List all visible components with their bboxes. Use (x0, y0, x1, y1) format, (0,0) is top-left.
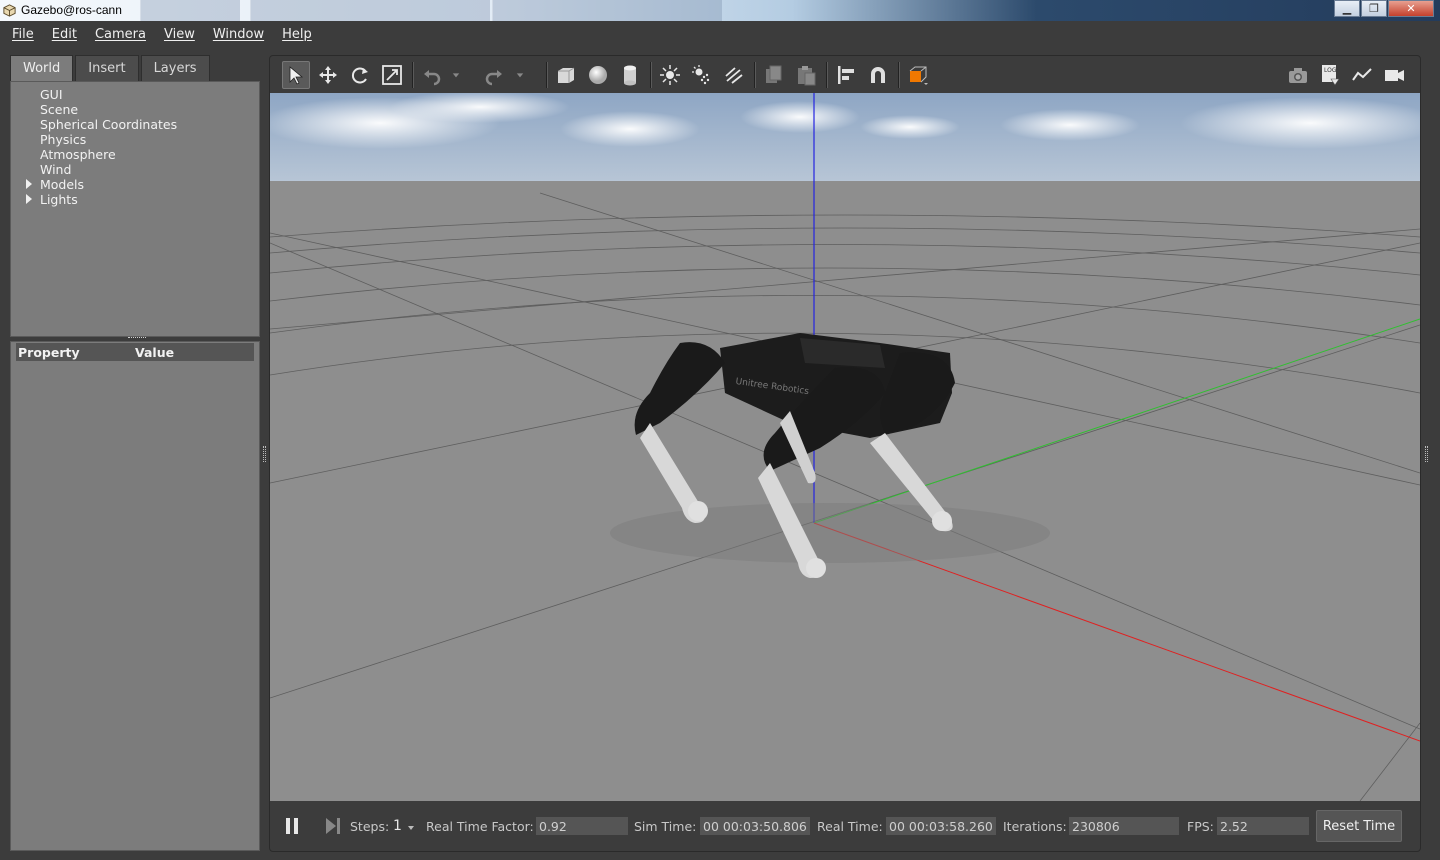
pause-icon[interactable] (284, 801, 300, 851)
step-icon[interactable] (324, 801, 342, 851)
snap-magnet-icon[interactable] (864, 61, 892, 89)
fps-label: FPS: (1187, 818, 1214, 834)
point-light-icon[interactable] (656, 61, 684, 89)
tree-item-spherical-coordinates[interactable]: Spherical Coordinates (40, 117, 177, 132)
right-splitter-handle[interactable] (1425, 446, 1428, 462)
svg-text:LOG: LOG (1324, 67, 1337, 74)
redo-icon[interactable] (480, 61, 508, 89)
menu-window[interactable]: Window (204, 27, 273, 42)
plot-icon[interactable] (1348, 61, 1376, 89)
tab-insert[interactable]: Insert (75, 55, 139, 81)
background-tab (250, 0, 490, 21)
cylinder-icon[interactable] (616, 61, 644, 89)
panel-splitter-handle[interactable] (128, 337, 146, 340)
menu-help[interactable]: Help (273, 27, 321, 42)
menu-file[interactable]: File (3, 27, 43, 42)
title-bar: Gazebo@ros-cann ▁ ❐ ✕ (0, 0, 1440, 21)
undo-dropdown-icon[interactable] (448, 61, 464, 89)
scene-render: Unitree Robotics (270, 93, 1420, 801)
fps-value: 2.52 (1217, 817, 1309, 835)
window-title: Gazebo@ros-cann (21, 3, 122, 17)
iterations-label: Iterations: (1003, 818, 1067, 834)
tree-item-gui[interactable]: GUI (40, 87, 63, 102)
steps-label: Steps: (350, 818, 390, 834)
translate-icon[interactable] (314, 61, 342, 89)
tree-item-physics[interactable]: Physics (40, 132, 86, 147)
rtf-value: 0.92 (536, 817, 628, 835)
copy-icon[interactable] (760, 61, 788, 89)
real-time-label: Real Time: (817, 818, 883, 834)
box-icon[interactable] (552, 61, 580, 89)
3d-viewport[interactable]: Unitree Robotics (270, 93, 1420, 801)
directional-light-icon[interactable] (720, 61, 748, 89)
tree-item-models[interactable]: Models (40, 177, 84, 192)
tree-item-scene[interactable]: Scene (40, 102, 78, 117)
paste-icon[interactable] (792, 61, 820, 89)
background-tab (140, 0, 240, 21)
gazebo-app-icon (3, 4, 16, 17)
menu-camera[interactable]: Camera (86, 27, 155, 42)
menu-bar: File Edit Camera View Window Help (0, 21, 1440, 47)
minimize-button[interactable]: ▁ (1334, 0, 1360, 17)
world-tree: GUI Scene Spherical Coordinates Physics … (10, 81, 260, 337)
tree-item-wind[interactable]: Wind (40, 162, 71, 177)
tab-world[interactable]: World (10, 55, 74, 81)
expand-arrow-icon[interactable] (26, 194, 32, 204)
tree-item-atmosphere[interactable]: Atmosphere (40, 147, 116, 162)
toolbar: LOG (270, 56, 1420, 93)
background-tab (492, 0, 722, 21)
left-splitter-handle[interactable] (263, 446, 266, 462)
panel-tabs: World Insert Layers (10, 55, 212, 81)
main-frame: LOG Unitree Robotics Steps: 1 Real Time … (269, 55, 1421, 852)
screenshot-icon[interactable] (1284, 61, 1312, 89)
video-record-icon[interactable] (1380, 61, 1408, 89)
real-time-value: 00 00:03:58.260 (886, 817, 996, 835)
redo-dropdown-icon[interactable] (512, 61, 528, 89)
rtf-label: Real Time Factor: (426, 818, 534, 834)
simulation-status-bar: Steps: 1 Real Time Factor: 0.92 Sim Time… (270, 801, 1420, 851)
reset-time-button[interactable]: Reset Time (1316, 810, 1402, 842)
property-table-header: Property Value (16, 343, 254, 361)
select-arrow-icon[interactable] (282, 61, 310, 89)
menu-view[interactable]: View (155, 27, 204, 42)
left-panel: World Insert Layers GUI Scene Spherical … (10, 55, 260, 851)
undo-icon[interactable] (418, 61, 446, 89)
menu-edit[interactable]: Edit (43, 27, 86, 42)
expand-arrow-icon[interactable] (26, 179, 32, 189)
scale-icon[interactable] (378, 61, 406, 89)
tab-layers[interactable]: Layers (140, 55, 210, 81)
spot-light-icon[interactable] (688, 61, 716, 89)
property-panel: Property Value (10, 341, 260, 851)
sim-time-value: 00 00:03:50.806 (700, 817, 810, 835)
steps-dropdown-icon[interactable] (406, 801, 416, 851)
value-column-header: Value (135, 344, 175, 360)
sphere-icon[interactable] (584, 61, 612, 89)
iterations-value: 230806 (1069, 817, 1179, 835)
view-angle-icon[interactable] (904, 61, 932, 89)
sim-time-label: Sim Time: (634, 818, 697, 834)
maximize-button[interactable]: ❐ (1361, 0, 1387, 17)
log-icon[interactable]: LOG (1316, 61, 1344, 89)
tree-item-lights[interactable]: Lights (40, 192, 78, 207)
steps-value[interactable]: 1 (393, 801, 402, 851)
rotate-icon[interactable] (346, 61, 374, 89)
property-column-header: Property (18, 344, 80, 360)
align-icon[interactable] (832, 61, 860, 89)
close-button[interactable]: ✕ (1388, 0, 1434, 17)
